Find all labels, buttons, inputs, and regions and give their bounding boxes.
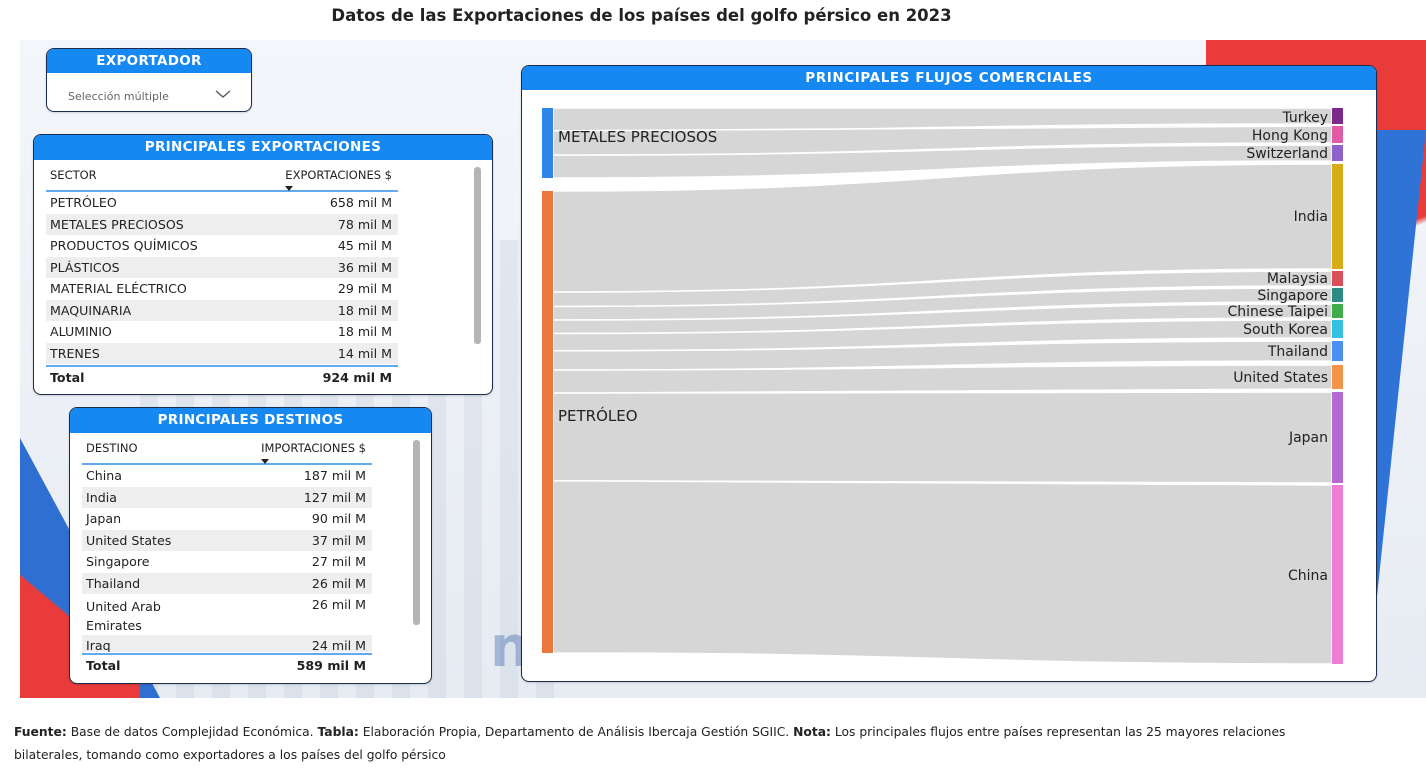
table-row[interactable]: PRODUCTOS QUÍMICOS 45 mil M [46,235,398,257]
sankey-target-node[interactable] [1332,108,1343,124]
sankey-target-label: Thailand [1267,344,1328,360]
footer-source-text: Base de datos Complejidad Económica. [66,725,318,739]
table-total-row: Total 589 mil M [82,653,372,677]
footer-source-label: Fuente: [14,725,67,739]
table-row[interactable]: Iraq 24 mil M [82,635,372,652]
column-header-sector[interactable]: SECTOR [50,168,97,182]
table-row[interactable]: PETRÓLEO 658 mil M [46,192,398,214]
table-row[interactable]: MAQUINARIA 18 mil M [46,299,398,321]
exports-table: SECTOR EXPORTACIONES $ PETRÓLEO 658 mil M… [46,162,398,388]
column-header-exports[interactable]: EXPORTACIONES $ [285,168,392,191]
exports-table-title: PRINCIPALES EXPORTACIONES [34,135,492,160]
sankey-target-node[interactable] [1332,341,1343,361]
table-row[interactable]: ALUMINIO 18 mil M [46,321,398,343]
sankey-target-node[interactable] [1332,164,1343,269]
table-row[interactable]: METALES PRECIOSOS 78 mil M [46,213,398,235]
sankey-target-label: Chinese Taipei [1228,304,1328,320]
footer-table-label: Tabla: [317,725,359,739]
sankey-target-node[interactable] [1332,126,1343,143]
table-row[interactable]: Singapore 27 mil M [82,551,372,573]
sankey-target-label: China [1288,568,1328,584]
sankey-source-label: METALES PRECIOSOS [558,128,717,146]
footer-note: Fuente: Base de datos Complejidad Económ… [14,721,1314,767]
sankey-target-label: Turkey [1281,110,1328,126]
trade-flows-sankey: METALES PRECIOSOS PETRÓLEO Turkey Hong Kong… [542,107,1343,665]
table-row[interactable]: Thailand 26 mil M [82,572,372,594]
sankey-target-label: United States [1233,370,1328,386]
column-header-destination[interactable]: DESTINO [86,441,138,455]
sankey-target-label: Malaysia [1267,271,1328,287]
destinations-table-scrollbar[interactable] [413,440,420,625]
table-row[interactable]: United States 37 mil M [82,529,372,551]
footer-note-label: Nota: [793,725,831,739]
destinations-table-header: DESTINO IMPORTACIONES $ [82,435,372,465]
table-row[interactable]: TRENES 14 mil M [46,342,398,364]
sankey-flows [552,107,1333,665]
trade-flows-title: PRINCIPALES FLUJOS COMERCIALES [522,66,1376,90]
page-title: Datos de las Exportaciones de los países… [331,6,952,25]
sort-desc-icon [285,186,294,191]
sankey-target-label: Hong Kong [1252,128,1328,144]
exports-table-scrollbar[interactable] [474,167,481,344]
sankey-link[interactable] [552,364,1333,394]
exporter-slicer-title: EXPORTADOR [47,49,251,73]
exporter-dropdown[interactable]: Selección múltiple [65,87,235,107]
trade-flows-card: PRINCIPALES FLUJOS COMERCIALES METALES P… [521,65,1377,682]
table-row[interactable]: Japan 90 mil M [82,508,372,530]
sankey-target-node[interactable] [1332,365,1343,389]
table-row[interactable]: United Arab Emirates 26 mil M [82,594,372,634]
sankey-source-node[interactable] [542,191,553,653]
exporter-slicer: EXPORTADOR Selección múltiple [46,48,252,112]
sankey-link[interactable] [552,391,1333,484]
sankey-link[interactable] [552,479,1333,665]
sankey-target-node[interactable] [1332,271,1343,286]
sankey-target-node[interactable] [1332,392,1343,483]
sankey-target-label: South Korea [1243,322,1328,338]
table-total-row: Total 924 mil M [46,365,398,389]
destinations-table-card: PRINCIPALES DESTINOS DESTINO IMPORTACION… [69,407,432,684]
exports-table-header: SECTOR EXPORTACIONES $ [46,162,398,192]
sankey-target-label: Switzerland [1246,146,1328,162]
sankey-source-label: PETRÓLEO [558,406,638,425]
column-header-imports[interactable]: IMPORTACIONES $ [261,441,366,464]
sankey-target-label: Singapore [1257,288,1328,304]
sankey-target-node[interactable] [1332,288,1343,302]
exporter-dropdown-value: Selección múltiple [68,90,169,103]
sankey-source-node[interactable] [542,108,553,178]
destinations-table: DESTINO IMPORTACIONES $ China 187 mil M I… [82,435,372,677]
table-row[interactable]: China 187 mil M [82,465,372,487]
sankey-target-node[interactable] [1332,304,1343,318]
sankey-target-node[interactable] [1332,485,1343,664]
sankey-target-label: Japan [1288,430,1328,446]
footer-table-text: Elaboración Propia, Departamento de Anál… [358,725,794,739]
sankey-target-node[interactable] [1332,320,1343,338]
sort-desc-icon [261,459,270,464]
table-row[interactable]: PLÁSTICOS 36 mil M [46,256,398,278]
exports-table-card: PRINCIPALES EXPORTACIONES SECTOR EXPORTA… [33,134,493,395]
table-row[interactable]: India 127 mil M [82,486,372,508]
sankey-target-label: India [1294,209,1328,225]
table-row[interactable]: MATERIAL ELÉCTRICO 29 mil M [46,278,398,300]
destinations-table-title: PRINCIPALES DESTINOS [70,408,431,433]
chevron-down-icon [215,90,231,98]
sankey-target-node[interactable] [1332,145,1343,161]
